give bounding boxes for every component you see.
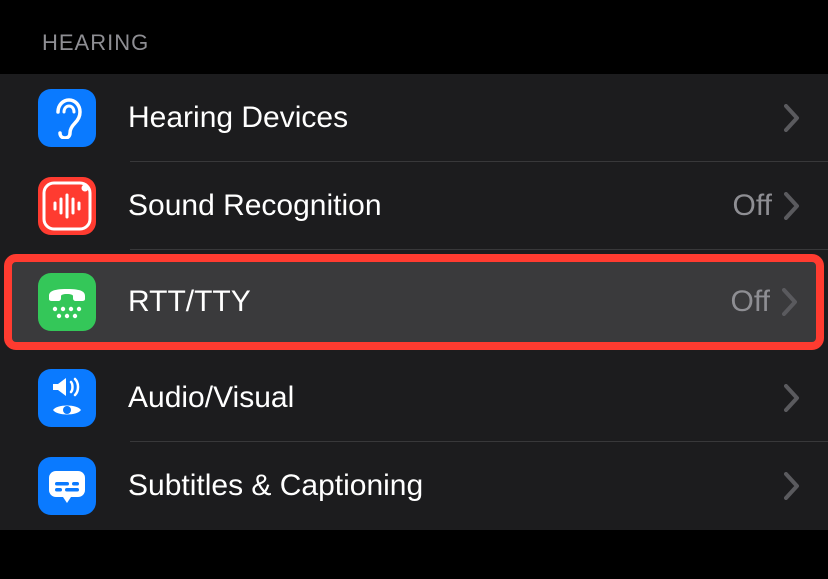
chevron-right-icon bbox=[782, 288, 798, 316]
row-subtitles-captioning[interactable]: Subtitles & Captioning bbox=[0, 442, 828, 530]
section-header-hearing: Hearing bbox=[0, 0, 828, 74]
row-label: Subtitles & Captioning bbox=[128, 469, 784, 503]
row-rtt-tty[interactable]: RTT/TTY Off bbox=[8, 258, 820, 346]
chevron-right-icon bbox=[784, 104, 800, 132]
waveform-icon bbox=[38, 177, 96, 235]
row-value: Off bbox=[731, 285, 770, 319]
separator bbox=[130, 249, 828, 250]
row-label: RTT/TTY bbox=[128, 285, 731, 319]
chevron-right-icon bbox=[784, 192, 800, 220]
chevron-right-icon bbox=[784, 384, 800, 412]
settings-list: Hearing Devices Sound Recognition Off bbox=[0, 74, 828, 530]
row-label: Sound Recognition bbox=[128, 189, 733, 223]
chevron-right-icon bbox=[784, 472, 800, 500]
row-label: Hearing Devices bbox=[128, 101, 784, 135]
ear-icon bbox=[38, 89, 96, 147]
row-sound-recognition[interactable]: Sound Recognition Off bbox=[0, 162, 828, 250]
row-label: Audio/Visual bbox=[128, 381, 784, 415]
tty-icon bbox=[38, 273, 96, 331]
row-audio-visual[interactable]: Audio/Visual bbox=[0, 354, 828, 442]
caption-icon bbox=[38, 457, 96, 515]
row-value: Off bbox=[733, 189, 772, 223]
speaker-eye-icon bbox=[38, 369, 96, 427]
row-hearing-devices[interactable]: Hearing Devices bbox=[0, 74, 828, 162]
